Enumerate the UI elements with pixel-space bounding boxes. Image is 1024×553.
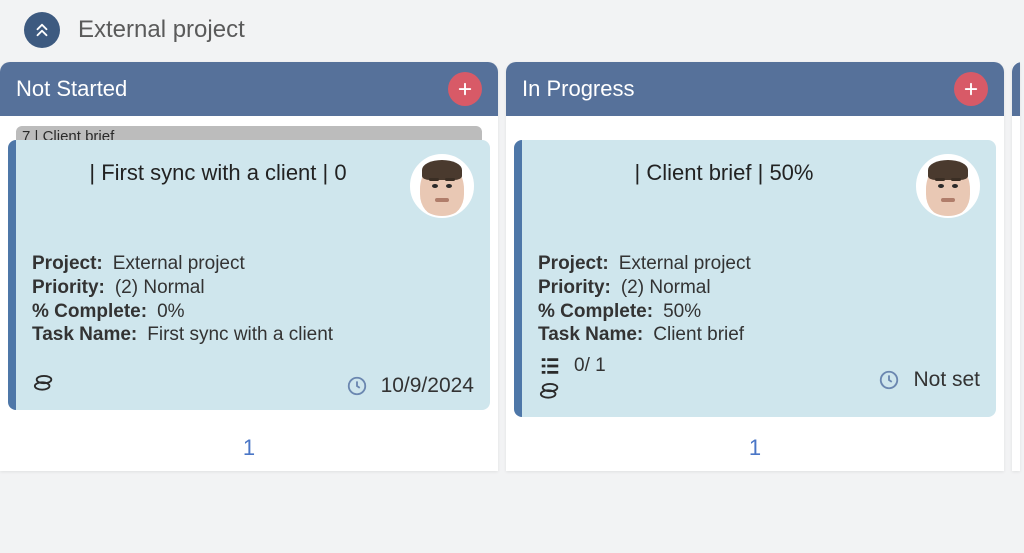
column-header: In Progress [506, 62, 1004, 116]
clock-icon [345, 375, 369, 397]
card-title: | Client brief | 50% [538, 154, 910, 186]
assignee-avatar[interactable] [410, 154, 474, 218]
card-wrapper: | Client brief | 50% Project: External p… [514, 140, 996, 417]
kanban-columns: Not Started 7 | Client brief | First syn… [0, 62, 1024, 471]
field-value: 0% [157, 300, 184, 324]
field-label: Task Name: [538, 323, 643, 347]
field-taskname: Task Name: Client brief [538, 323, 980, 347]
column-body: 7 | Client brief | First sync with a cli… [0, 116, 498, 427]
card-fields: Project: External project Priority: (2) … [538, 252, 980, 347]
field-label: Priority: [32, 276, 105, 300]
column-title: Not Started [16, 76, 127, 102]
column-header: Not Started [0, 62, 498, 116]
field-complete: % Complete: 50% [538, 300, 980, 324]
column-count: 1 [506, 427, 1004, 471]
field-project: Project: External project [32, 252, 474, 276]
collapse-board-button[interactable] [24, 12, 60, 48]
card-footer-left: 0/ 1 [538, 355, 606, 405]
field-value: 50% [663, 300, 701, 324]
card-footer-left [32, 375, 56, 397]
chevron-double-up-icon [33, 21, 51, 39]
field-label: Project: [538, 252, 609, 276]
card-footer-right: 10/9/2024 [345, 374, 474, 398]
field-label: Project: [32, 252, 103, 276]
due-date: Not set [913, 368, 980, 392]
column-peek[interactable] [1012, 62, 1020, 471]
field-value: External project [113, 252, 245, 276]
task-card[interactable]: | Client brief | 50% Project: External p… [514, 140, 996, 417]
comments-icon[interactable] [538, 383, 562, 405]
plus-icon [962, 80, 980, 98]
field-value: External project [619, 252, 751, 276]
card-footer: 10/9/2024 [32, 374, 474, 398]
field-value: First sync with a client [147, 323, 333, 347]
card-top: | First sync with a client | 0 [32, 154, 474, 218]
field-taskname: Task Name: First sync with a client [32, 323, 474, 347]
field-complete: % Complete: 0% [32, 300, 474, 324]
card-footer: 0/ 1 Not set [538, 355, 980, 405]
field-value: Client brief [653, 323, 744, 347]
card-title: | First sync with a client | 0 [32, 154, 404, 186]
field-label: % Complete: [32, 300, 147, 324]
column-not-started: Not Started 7 | Client brief | First syn… [0, 62, 498, 471]
field-priority: Priority: (2) Normal [32, 276, 474, 300]
card-fields: Project: External project Priority: (2) … [32, 252, 474, 347]
assignee-avatar[interactable] [916, 154, 980, 218]
field-value: (2) Normal [621, 276, 711, 300]
column-count: 1 [0, 427, 498, 471]
field-label: Task Name: [32, 323, 137, 347]
comments-icon[interactable] [32, 375, 56, 397]
column-title: In Progress [522, 76, 635, 102]
plus-icon [456, 80, 474, 98]
add-card-button[interactable] [448, 72, 482, 106]
card-wrapper: 7 | Client brief | First sync with a cli… [8, 140, 490, 410]
subtasks-icon[interactable] [538, 355, 562, 377]
column-in-progress: In Progress | Client brief | 50% [506, 62, 1004, 471]
task-card[interactable]: | First sync with a client | 0 Project: … [8, 140, 490, 410]
add-card-button[interactable] [954, 72, 988, 106]
field-priority: Priority: (2) Normal [538, 276, 980, 300]
due-date: 10/9/2024 [381, 374, 474, 398]
field-label: % Complete: [538, 300, 653, 324]
subtasks-count: 0/ 1 [574, 355, 606, 377]
field-project: Project: External project [538, 252, 980, 276]
board-header: External project [0, 0, 1024, 62]
field-value: (2) Normal [115, 276, 205, 300]
card-top: | Client brief | 50% [538, 154, 980, 218]
card-footer-right: Not set [877, 368, 980, 392]
column-body: | Client brief | 50% Project: External p… [506, 116, 1004, 427]
board-title: External project [78, 16, 245, 44]
clock-icon [877, 369, 901, 391]
field-label: Priority: [538, 276, 611, 300]
